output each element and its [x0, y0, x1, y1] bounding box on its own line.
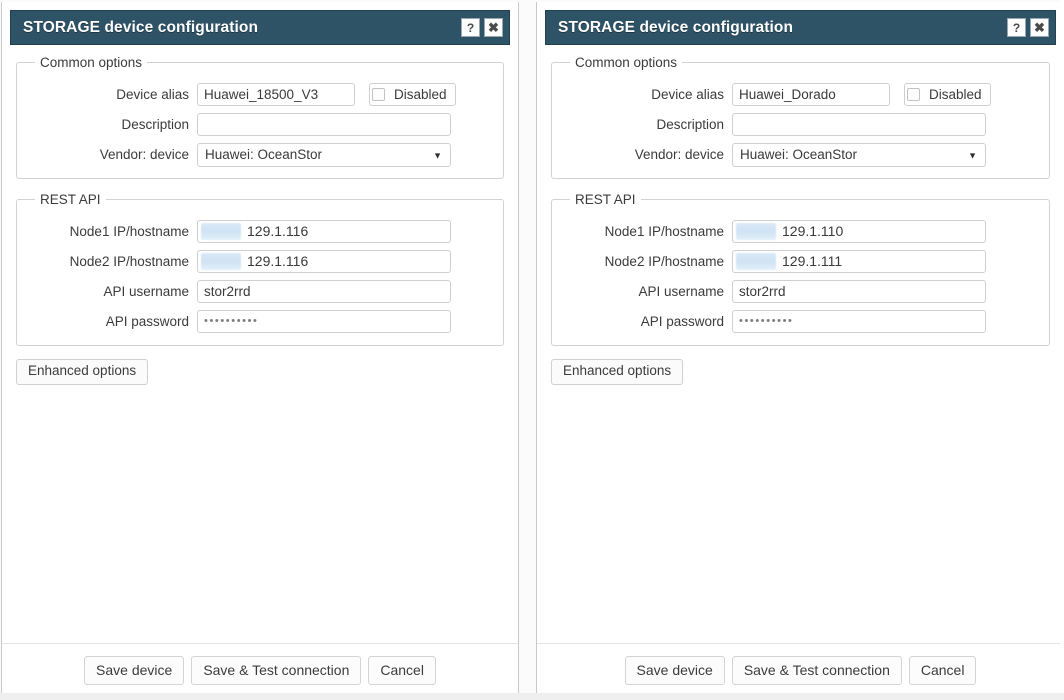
node1-value: 129.1.110	[782, 223, 844, 239]
description-label: Description	[656, 117, 724, 132]
chevron-down-icon[interactable]: ▼	[433, 150, 442, 160]
disabled-checkbox-group[interactable]: Disabled	[904, 83, 991, 106]
dialog-footer: Save device Save & Test connection Cance…	[537, 642, 1064, 699]
common-options-group: Common options Device alias Huawei_18500…	[16, 55, 504, 179]
help-icon[interactable]: ?	[1007, 18, 1026, 37]
description-row: Description	[566, 113, 1035, 136]
dialog-body: Common options Device alias Huawei_18500…	[2, 45, 518, 643]
vendor-device-value: Huawei: OceanStor	[205, 147, 323, 162]
api-username-input[interactable]: stor2rrd	[197, 280, 451, 303]
device-alias-input[interactable]: Huawei_18500_V3	[197, 83, 355, 106]
description-input[interactable]	[732, 113, 986, 136]
close-icon[interactable]: ✖	[484, 18, 503, 37]
device-alias-row: Device alias Huawei_Dorado Disabled	[566, 83, 1035, 106]
vendor-device-row: Vendor: device Huawei: OceanStor ▼	[566, 142, 1035, 167]
api-username-row: API username stor2rrd	[566, 280, 1035, 303]
node1-value: 129.1.116	[247, 223, 309, 239]
node1-row: Node1 IP/hostname 129.1.116	[31, 220, 489, 243]
node1-input[interactable]: 129.1.116	[197, 220, 451, 243]
node1-label: Node1 IP/hostname	[69, 224, 189, 239]
vendor-device-select[interactable]: Huawei: OceanStor ▼	[732, 142, 986, 167]
save-device-button[interactable]: Save device	[84, 655, 185, 685]
api-password-row: API password ••••••••••	[566, 310, 1035, 333]
node2-value: 129.1.111	[782, 253, 843, 269]
node1-input[interactable]: 129.1.110	[732, 220, 986, 243]
description-label: Description	[121, 117, 189, 132]
node1-row: Node1 IP/hostname 129.1.110	[566, 220, 1035, 243]
device-alias-label: Device alias	[116, 87, 189, 102]
api-username-label: API username	[103, 284, 189, 299]
description-row: Description	[31, 113, 489, 136]
cancel-button[interactable]: Cancel	[908, 655, 977, 685]
common-options-legend: Common options	[40, 55, 143, 70]
node2-row: Node2 IP/hostname 129.1.116	[31, 250, 489, 273]
disabled-checkbox-group[interactable]: Disabled	[369, 83, 456, 106]
checkbox-unchecked-icon[interactable]	[907, 88, 920, 101]
save-and-test-connection-button[interactable]: Save & Test connection	[191, 655, 362, 685]
dialog-titlebar: STORAGE device configuration ? ✖	[545, 10, 1056, 45]
node2-value: 129.1.116	[247, 253, 309, 269]
dialog-footer: Save device Save & Test connection Cance…	[2, 642, 518, 699]
dialog-title: STORAGE device configuration	[558, 18, 794, 36]
redaction-block-icon	[201, 253, 241, 270]
node2-label: Node2 IP/hostname	[604, 254, 724, 269]
redaction-block-icon	[736, 253, 776, 270]
api-username-row: API username stor2rrd	[31, 280, 489, 303]
page-right-edge	[1060, 0, 1064, 700]
node1-label: Node1 IP/hostname	[604, 224, 724, 239]
rest-api-legend: REST API	[40, 192, 101, 207]
save-device-button[interactable]: Save device	[624, 655, 725, 685]
help-icon[interactable]: ?	[461, 18, 480, 37]
close-icon[interactable]: ✖	[1030, 18, 1049, 37]
rest-api-group: REST API Node1 IP/hostname 129.1.110 Nod…	[551, 192, 1050, 346]
common-options-legend: Common options	[575, 55, 678, 70]
device-alias-label: Device alias	[651, 87, 724, 102]
rest-api-legend: REST API	[575, 192, 636, 207]
api-username-label: API username	[638, 284, 724, 299]
api-password-input[interactable]: ••••••••••	[197, 310, 451, 333]
screen: STORAGE device configuration ? ✖ Common …	[0, 0, 1064, 700]
vendor-device-label: Vendor: device	[634, 147, 724, 162]
disabled-label: Disabled	[394, 87, 447, 102]
checkbox-unchecked-icon[interactable]	[372, 88, 385, 101]
enhanced-options-button[interactable]: Enhanced options	[16, 359, 149, 385]
vendor-device-label: Vendor: device	[99, 147, 189, 162]
node2-row: Node2 IP/hostname 129.1.111	[566, 250, 1035, 273]
api-password-input[interactable]: ••••••••••	[732, 310, 986, 333]
page-bottom-strip	[0, 693, 1064, 700]
api-password-label: API password	[105, 314, 189, 329]
enhanced-options-button[interactable]: Enhanced options	[551, 359, 684, 385]
chevron-down-icon[interactable]: ▼	[968, 150, 977, 160]
rest-api-group: REST API Node1 IP/hostname 129.1.116 Nod…	[16, 192, 504, 346]
vendor-device-row: Vendor: device Huawei: OceanStor ▼	[31, 142, 489, 167]
dialog-title: STORAGE device configuration	[23, 18, 259, 36]
dialog-titlebar: STORAGE device configuration ? ✖	[10, 10, 510, 45]
api-username-input[interactable]: stor2rrd	[732, 280, 986, 303]
titlebar-buttons: ? ✖	[1007, 18, 1049, 37]
common-options-group: Common options Device alias Huawei_Dorad…	[551, 55, 1050, 179]
node2-label: Node2 IP/hostname	[69, 254, 189, 269]
storage-device-configuration-dialog-left: STORAGE device configuration ? ✖ Common …	[1, 2, 519, 700]
redaction-block-icon	[736, 223, 776, 240]
cancel-button[interactable]: Cancel	[368, 655, 436, 685]
node2-input[interactable]: 129.1.111	[732, 250, 986, 273]
storage-device-configuration-dialog-right: STORAGE device configuration ? ✖ Common …	[536, 2, 1064, 700]
dialog-body: Common options Device alias Huawei_Dorad…	[537, 45, 1064, 643]
device-alias-row: Device alias Huawei_18500_V3 Disabled	[31, 83, 489, 106]
save-and-test-connection-button[interactable]: Save & Test connection	[731, 655, 902, 685]
api-password-row: API password ••••••••••	[31, 310, 489, 333]
device-alias-input[interactable]: Huawei_Dorado	[732, 83, 890, 106]
node2-input[interactable]: 129.1.116	[197, 250, 451, 273]
disabled-label: Disabled	[929, 87, 982, 102]
api-password-label: API password	[640, 314, 724, 329]
vendor-device-select[interactable]: Huawei: OceanStor ▼	[197, 142, 451, 167]
titlebar-buttons: ? ✖	[461, 18, 503, 37]
description-input[interactable]	[197, 113, 451, 136]
redaction-block-icon	[201, 223, 241, 240]
vendor-device-value: Huawei: OceanStor	[740, 147, 858, 162]
